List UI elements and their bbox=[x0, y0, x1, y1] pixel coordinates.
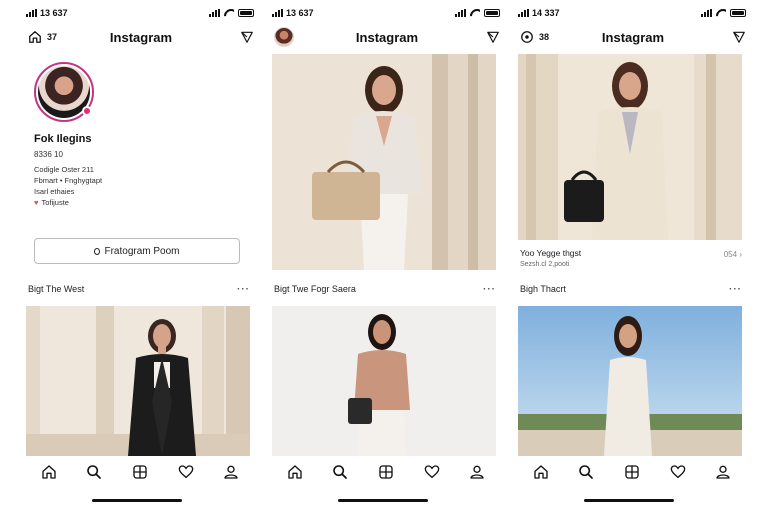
photo-woman-black-coat bbox=[26, 306, 250, 456]
more-options-icon[interactable]: ··· bbox=[729, 284, 742, 295]
caption-count[interactable]: 054 › bbox=[724, 250, 742, 259]
caption-subtitle: Sezsh.cl 2,pooti bbox=[520, 261, 570, 268]
direct-message-icon[interactable] bbox=[240, 30, 254, 44]
top-bar: 37 Instagram bbox=[28, 26, 254, 48]
screen-profile: 13 637 37 Instagram Fok Ilegins 8336 10 … bbox=[20, 0, 260, 512]
notification-count: 37 bbox=[47, 32, 58, 42]
post-photo[interactable] bbox=[272, 306, 496, 456]
profile-action-label: Fratogram Poom bbox=[104, 245, 180, 257]
post-photo[interactable] bbox=[26, 306, 250, 456]
more-options-icon[interactable]: ··· bbox=[237, 284, 250, 295]
post-photo[interactable] bbox=[272, 54, 496, 270]
status-bar: 13 637 bbox=[26, 7, 254, 19]
battery-icon bbox=[730, 9, 746, 17]
screen-post: 14 337 38 Instagram Yoo Yegge thgst Sezs… bbox=[512, 0, 752, 512]
section-header: Bigt The West ··· bbox=[28, 283, 250, 295]
app-title: Instagram bbox=[601, 29, 665, 45]
photo-woman-pink-top bbox=[272, 306, 496, 456]
post-caption: Yoo Yegge thgst Sezsh.cl 2,pooti 054 › bbox=[520, 248, 742, 268]
signal-icon bbox=[26, 9, 37, 17]
cellular-icon bbox=[455, 9, 466, 17]
top-bar: Instagram bbox=[274, 26, 500, 48]
circle-icon bbox=[94, 247, 101, 255]
profile-icon[interactable] bbox=[469, 464, 485, 480]
home-icon[interactable] bbox=[41, 464, 57, 480]
home-icon[interactable] bbox=[28, 30, 42, 44]
profile-icon[interactable] bbox=[715, 464, 731, 480]
status-time: 14 337 bbox=[532, 8, 560, 18]
user-avatar[interactable] bbox=[274, 27, 294, 47]
reels-icon[interactable] bbox=[132, 464, 148, 480]
reels-icon[interactable] bbox=[624, 464, 640, 480]
search-icon[interactable] bbox=[86, 464, 102, 480]
bio-link[interactable]: Tofijuste bbox=[41, 198, 69, 207]
more-options-icon[interactable]: ··· bbox=[483, 284, 496, 295]
photo-woman-white-dress-sky bbox=[518, 306, 742, 456]
wifi-icon bbox=[224, 9, 234, 17]
status-time: 13 637 bbox=[286, 8, 314, 18]
cellular-icon bbox=[209, 9, 220, 17]
reels-icon[interactable] bbox=[378, 464, 394, 480]
bottom-nav bbox=[272, 462, 500, 482]
signal-icon bbox=[272, 9, 283, 17]
bio-line: Fbmart • Fnghygtapt bbox=[34, 176, 103, 185]
bottom-nav bbox=[518, 462, 746, 482]
profile-name: Fok Ilegins bbox=[34, 133, 92, 145]
app-title: Instagram bbox=[355, 29, 419, 45]
profile-action-button[interactable]: Fratogram Poom bbox=[34, 238, 240, 264]
chevron-right-icon: › bbox=[739, 250, 742, 259]
app-title: Instagram bbox=[109, 29, 173, 45]
battery-icon bbox=[484, 9, 500, 17]
profile-bio: Codigle Oster 211 Fbmart • Fnghygtapt Is… bbox=[34, 164, 102, 208]
cellular-icon bbox=[701, 9, 712, 17]
status-time: 13 637 bbox=[40, 8, 68, 18]
wifi-icon bbox=[470, 9, 480, 17]
home-icon[interactable] bbox=[533, 464, 549, 480]
home-indicator[interactable] bbox=[92, 499, 182, 502]
heart-icon[interactable] bbox=[178, 464, 194, 480]
search-icon[interactable] bbox=[332, 464, 348, 480]
photo-woman-white-blouse-bag bbox=[272, 54, 496, 270]
section-header: Bigh Thacrt ··· bbox=[520, 283, 742, 295]
heart-icon: ♥ bbox=[34, 198, 39, 207]
top-bar: 38 Instagram bbox=[520, 26, 746, 48]
heart-icon[interactable] bbox=[670, 464, 686, 480]
heart-icon[interactable] bbox=[424, 464, 440, 480]
screen-feed: 13 637 Instagram Bigt Twe Fogr Saera ··· bbox=[266, 0, 506, 512]
battery-icon bbox=[238, 9, 254, 17]
bio-line: Codigle Oster 211 bbox=[34, 165, 94, 174]
section-title: Bigt Twe Fogr Saera bbox=[274, 284, 356, 294]
direct-message-icon[interactable] bbox=[732, 30, 746, 44]
section-title: Bigh Thacrt bbox=[520, 284, 566, 294]
bio-line: Isarl ethaies bbox=[34, 187, 75, 196]
home-indicator[interactable] bbox=[338, 499, 428, 502]
direct-message-icon[interactable] bbox=[486, 30, 500, 44]
profile-stats: 8336 10 bbox=[34, 150, 63, 159]
section-header: Bigt Twe Fogr Saera ··· bbox=[274, 283, 496, 295]
home-indicator[interactable] bbox=[584, 499, 674, 502]
search-icon[interactable] bbox=[578, 464, 594, 480]
story-badge bbox=[82, 106, 92, 116]
camera-icon[interactable] bbox=[520, 30, 534, 44]
notification-count: 38 bbox=[539, 32, 550, 42]
signal-icon bbox=[518, 9, 529, 17]
caption-count-value: 054 bbox=[723, 250, 738, 259]
section-title: Bigt The West bbox=[28, 284, 85, 294]
post-photo[interactable] bbox=[518, 54, 742, 240]
profile-icon[interactable] bbox=[223, 464, 239, 480]
caption-title: Yoo Yegge thgst bbox=[520, 248, 582, 258]
bottom-nav bbox=[26, 462, 254, 482]
status-bar: 13 637 bbox=[272, 7, 500, 19]
wifi-icon bbox=[716, 9, 726, 17]
bio-link-row[interactable]: ♥ Tofijuste bbox=[34, 197, 102, 208]
photo-woman-cream-suit bbox=[518, 54, 742, 240]
post-photo[interactable] bbox=[518, 306, 742, 456]
profile-avatar[interactable] bbox=[34, 62, 94, 122]
status-bar: 14 337 bbox=[518, 7, 746, 19]
home-icon[interactable] bbox=[287, 464, 303, 480]
